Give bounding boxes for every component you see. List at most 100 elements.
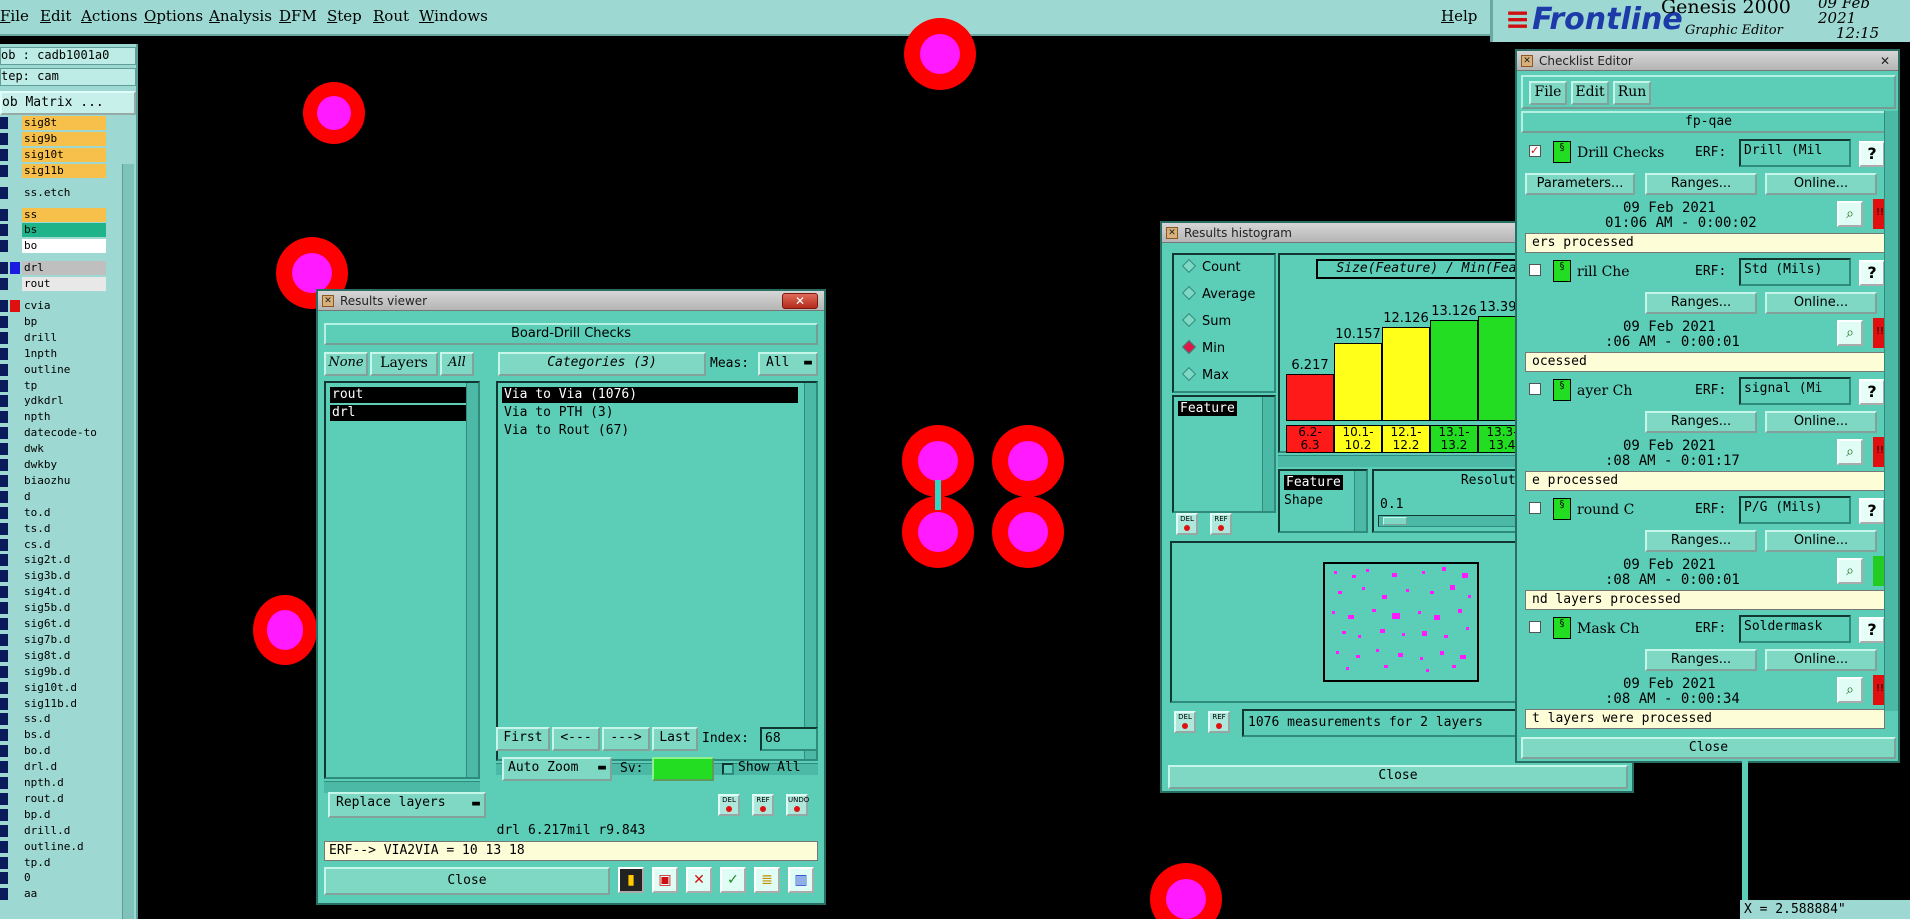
layer-row[interactable]: sig4t.d [0, 585, 106, 600]
layer-checkbox[interactable] [0, 262, 8, 275]
layer-row[interactable]: dwkby [0, 458, 106, 472]
camera-icon[interactable]: ▣ [652, 867, 678, 893]
menu-analysis[interactable]: Analysis [209, 7, 272, 25]
layer-checkbox[interactable] [0, 522, 8, 535]
erf-value[interactable]: Drill (Mil [1739, 139, 1851, 167]
chart-icon[interactable]: ▥ [788, 867, 814, 893]
layer-checkbox[interactable] [0, 745, 8, 758]
layer-row[interactable]: bo [0, 239, 106, 254]
layer-row[interactable]: sig9b [0, 131, 106, 146]
online-button[interactable]: Online... [1765, 173, 1877, 195]
layer-row[interactable]: sig6t.d [0, 617, 106, 631]
layer-row[interactable]: cvia [0, 299, 106, 313]
menu-file[interactable]: File [0, 7, 29, 25]
magnifier-icon[interactable]: ⌕ [1837, 677, 1863, 703]
layer-checkbox[interactable] [0, 777, 8, 789]
feature-scrollbar[interactable] [1262, 397, 1274, 511]
layer-checkbox[interactable] [0, 872, 8, 885]
job-matrix-button[interactable]: ob Matrix ... [0, 91, 136, 115]
mode-count[interactable]: Count [1181, 258, 1241, 277]
ref-button[interactable]: REF [752, 794, 774, 816]
row-checkbox[interactable] [1529, 383, 1541, 395]
layer-checkbox[interactable] [0, 602, 8, 615]
layer-row[interactable]: biaozhu [0, 473, 106, 488]
layer-checkbox[interactable] [0, 117, 8, 129]
layer-checkbox[interactable] [0, 824, 8, 837]
mode-min[interactable]: Min [1181, 339, 1225, 358]
layer-checkbox[interactable] [0, 570, 8, 583]
layer-item-drl[interactable]: drl [330, 405, 470, 421]
close-icon[interactable]: ✕ [1880, 51, 1890, 71]
layer-checkbox[interactable] [0, 300, 8, 312]
online-button[interactable]: Online... [1765, 530, 1877, 552]
help-button[interactable]: ? [1859, 498, 1885, 524]
magnifier-icon[interactable]: ⌕ [1837, 320, 1863, 346]
shape-item-feature[interactable]: Feature [1284, 475, 1343, 490]
layer-checkbox[interactable] [0, 395, 8, 408]
layers-button[interactable]: Layers [370, 352, 438, 376]
layer-checkbox[interactable] [0, 808, 8, 821]
layer-row[interactable]: 1npth [0, 346, 106, 361]
layer-row[interactable]: 0 [0, 871, 106, 886]
menu-step[interactable]: Step [327, 7, 362, 25]
layer-row[interactable]: tp [0, 378, 106, 393]
layer-row[interactable]: outline [0, 362, 106, 377]
menu-edit[interactable]: Edit [40, 7, 71, 25]
layer-checkbox[interactable] [0, 729, 8, 742]
layer-row[interactable]: datecode-to [0, 426, 106, 441]
row-checkbox[interactable] [1529, 502, 1541, 514]
layer-checkbox[interactable] [0, 459, 8, 471]
magnifier-icon[interactable]: ⌕ [1837, 201, 1863, 227]
layer-row[interactable]: d [0, 489, 106, 504]
layer-row[interactable]: cs.d [0, 537, 106, 552]
help-button[interactable]: ? [1859, 617, 1885, 643]
layer-checkbox[interactable] [0, 618, 8, 630]
categories-button[interactable]: Categories (3) [498, 352, 706, 376]
layer-row[interactable]: rout.d [0, 791, 106, 806]
layer-checkbox[interactable] [0, 681, 8, 694]
mode-sum[interactable]: Sum [1181, 312, 1231, 331]
help-button[interactable]: ? [1859, 141, 1885, 167]
cl-menu-run[interactable]: Run [1613, 81, 1651, 105]
magnifier-icon[interactable]: ⌕ [1837, 558, 1863, 584]
category-via-to-rout[interactable]: Via to Rout (67) [502, 423, 629, 439]
erf-value[interactable]: signal (Mi [1739, 377, 1851, 405]
ranges-button[interactable]: Ranges... [1645, 173, 1757, 195]
layer-checkbox[interactable] [0, 208, 8, 221]
histogram-bar[interactable] [1430, 320, 1478, 421]
layer-checkbox[interactable] [0, 347, 8, 360]
show-all-checkbox[interactable] [722, 763, 734, 775]
histogram-bar[interactable] [1334, 343, 1382, 421]
layer-checkbox[interactable] [0, 792, 8, 805]
layer-row[interactable]: sig11b [0, 163, 106, 178]
none-button[interactable]: None [324, 352, 368, 376]
layer-checkbox[interactable] [0, 443, 8, 456]
hist-del-top[interactable]: DEL [1176, 513, 1198, 535]
menu-rout[interactable]: Rout [373, 7, 409, 25]
layer-checkbox[interactable] [0, 490, 8, 503]
ranges-button[interactable]: Ranges... [1645, 649, 1757, 671]
layer-checkbox[interactable] [0, 411, 8, 424]
layer-checkbox[interactable] [0, 132, 8, 145]
menu-dfm[interactable]: DFM [279, 7, 317, 25]
parameters-button[interactable]: Parameters... [1525, 173, 1635, 195]
row-checkbox[interactable] [1529, 264, 1541, 276]
feature-list-item[interactable]: Feature [1178, 401, 1237, 416]
menu-windows[interactable]: Windows [419, 7, 488, 25]
layer-checkbox[interactable] [0, 186, 8, 199]
histogram-bar[interactable] [1382, 327, 1430, 421]
bar-icon[interactable]: ▮ [618, 867, 644, 893]
categories-scrollbar[interactable] [804, 383, 816, 759]
layer-row[interactable]: sig9b.d [0, 664, 106, 679]
layer-checkbox[interactable] [0, 278, 8, 291]
layer-row[interactable]: ss [0, 207, 106, 222]
row-checkbox[interactable]: ✓ [1529, 145, 1541, 157]
layer-list-scrollbar[interactable] [122, 164, 134, 919]
layer-checkbox[interactable] [0, 164, 8, 177]
first-button[interactable]: First [496, 727, 550, 751]
layer-row[interactable]: drill.d [0, 823, 106, 838]
layer-row[interactable]: bp.d [0, 807, 106, 822]
layer-checkbox[interactable] [0, 554, 8, 567]
help-button[interactable]: ? [1859, 379, 1885, 405]
layer-checkbox[interactable] [0, 761, 8, 774]
